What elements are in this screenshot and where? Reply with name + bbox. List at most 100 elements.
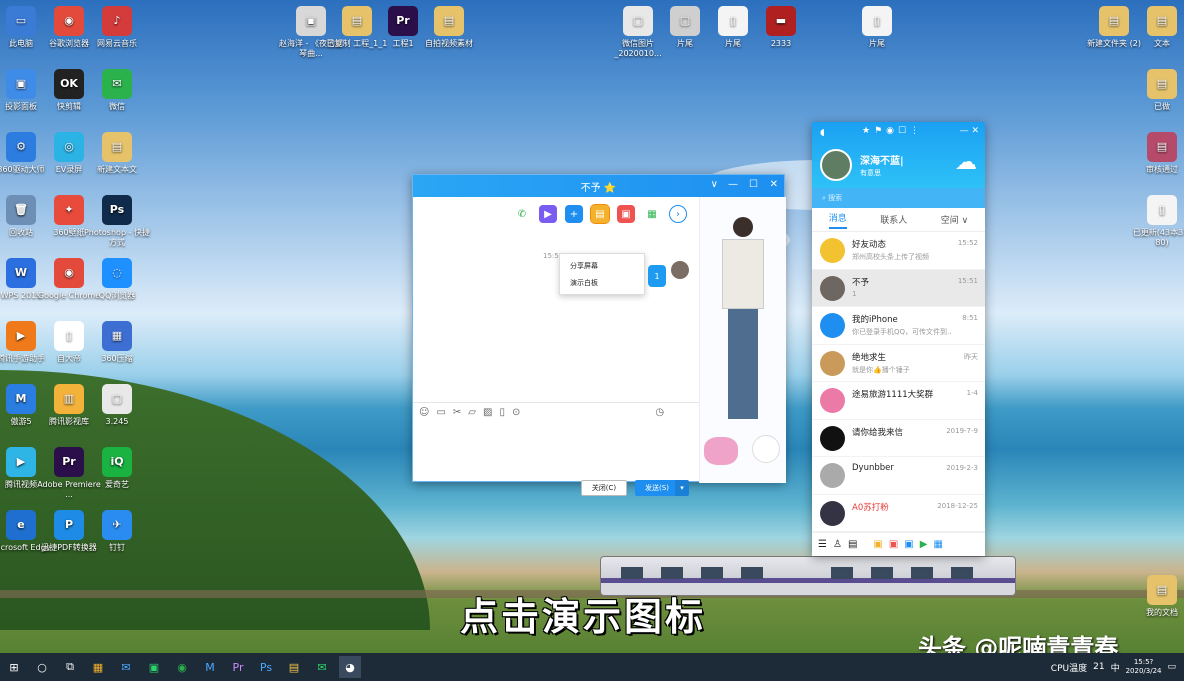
desktop-icon[interactable]: ▢ 3.245	[82, 384, 152, 427]
close-icon[interactable]: ✕	[770, 179, 778, 190]
more-icon[interactable]: ⊙	[512, 407, 520, 418]
wechat-icon[interactable]: ✉	[311, 656, 333, 678]
desktop-icon[interactable]: ♪ 网易云音乐	[82, 6, 152, 49]
send-options-button[interactable]: ▾	[675, 480, 689, 496]
iqiyi-icon[interactable]: ▣	[143, 656, 165, 678]
app-icon[interactable]: ▣	[873, 539, 882, 550]
chat-titlebar[interactable]: 不予 ⭐ ∨ — ☐ ✕	[413, 175, 784, 197]
conversation-row[interactable]: 我的iPhone 你已登录手机QQ，可传文件到... 8:51	[812, 307, 985, 345]
desktop-icon[interactable]: ▤ 审核通过	[1127, 132, 1184, 175]
qq-header-tools[interactable]: ★⚑◉☐⋮	[862, 126, 923, 136]
desktop-icon[interactable]: ▤ 已做	[1127, 69, 1184, 112]
conversation-row[interactable]: 不予 1 15:51	[812, 269, 985, 307]
image-icon[interactable]: ▨	[483, 407, 492, 418]
app-icon[interactable]: ▣	[904, 539, 913, 550]
maximize-icon[interactable]: ☐	[749, 179, 758, 190]
desktop-icon[interactable]: ▯ 片尾	[842, 6, 912, 49]
app-icon: ▤	[1147, 69, 1177, 99]
weather-tray-icon[interactable]: 21	[1093, 662, 1104, 672]
nickname[interactable]: 深海不蓝|	[860, 152, 904, 167]
emoji-icon[interactable]: ☺	[419, 407, 429, 418]
tab-contacts[interactable]: 联系人	[880, 213, 907, 226]
task-view-icon[interactable]: ⧉	[59, 656, 81, 678]
app-icon[interactable]: ◉	[171, 656, 193, 678]
close-button[interactable]: 关闭(C)	[581, 480, 627, 496]
send-button[interactable]: 发送(S)	[635, 480, 679, 496]
qq-main-panel[interactable]: ◖ ★⚑◉☐⋮ — ✕ 深海不蓝| 有意思 ☁ ⌕ 搜索 消息 联系人 空间 ∨…	[812, 122, 985, 556]
minimize-icon[interactable]: —	[728, 179, 738, 190]
phone-shake-icon[interactable]: ▯	[499, 407, 505, 418]
folder-icon[interactable]: ▱	[468, 407, 476, 418]
present-icon[interactable]: ▤	[590, 204, 610, 224]
chat-window[interactable]: 不予 ⭐ ∨ — ☐ ✕ ✆ ▶ + ▤ ▣ ▦ › 15:5 分享屏幕 演示白…	[412, 174, 786, 496]
conversation-row[interactable]: Dyunbber 2019-2-3	[812, 457, 985, 495]
send-file-icon[interactable]: +	[565, 205, 583, 223]
qq-tabs: 消息 联系人 空间 ∨	[812, 208, 985, 232]
windows-start-icon[interactable]: ⊞	[3, 656, 25, 678]
conversation-row[interactable]: 途易旅游1111大奖群 1-4	[812, 382, 985, 420]
app-icon: ▶	[6, 447, 36, 477]
conversation-row[interactable]: A0苏打粉 2018-12-25	[812, 495, 985, 532]
conversation-row[interactable]: 绝地求生 就是你👍播个锤子 昨天	[812, 345, 985, 382]
desktop-icon[interactable]: ✈ 钉钉	[82, 510, 152, 553]
tab-messages[interactable]: 消息	[828, 211, 847, 229]
ime-indicator[interactable]: 中	[1111, 661, 1120, 674]
app-icon: Ps	[102, 195, 132, 225]
desktop-icon[interactable]: ✉ 微信	[82, 69, 152, 112]
app-icon: ▣	[6, 69, 36, 99]
apps-grid-icon[interactable]: ▦	[643, 205, 661, 223]
scissors-icon[interactable]: ✂	[453, 407, 461, 418]
chevron-down-icon[interactable]: ∨	[711, 179, 718, 190]
video-call-icon[interactable]: ▶	[539, 205, 557, 223]
status-signature[interactable]: 有意思	[860, 168, 881, 178]
explorer-icon[interactable]: ▤	[283, 656, 305, 678]
add-friend-icon[interactable]: ♙	[833, 539, 842, 550]
desktop-icon[interactable]: ▬ 2333	[746, 6, 816, 49]
qq-icon[interactable]: ◕	[339, 656, 361, 678]
tab-space[interactable]: 空间 ∨	[941, 213, 968, 226]
desktop-icon[interactable]: Ps Photoshop - 快捷方式	[82, 195, 152, 248]
app-icon[interactable]: ▶	[920, 539, 928, 550]
app-icon: ▦	[102, 321, 132, 351]
store-icon[interactable]: ▦	[87, 656, 109, 678]
app-icon[interactable]: ▦	[933, 539, 942, 550]
desktop-icon-label: 360压缩	[101, 354, 133, 363]
maxthon-icon[interactable]: M	[199, 656, 221, 678]
contact-name: 绝地求生	[852, 352, 887, 363]
phone-icon[interactable]: ✆	[513, 205, 531, 223]
notification-icon[interactable]: ▭	[1167, 662, 1176, 672]
clock[interactable]: 15:5? 2020/3/24	[1126, 658, 1162, 676]
desktop-icon-label: 2333	[770, 39, 792, 48]
menu-item-whiteboard[interactable]: 演示白板	[570, 275, 634, 292]
close-icon[interactable]: — ✕	[960, 126, 979, 136]
avatar	[820, 388, 845, 413]
menu-item-share-screen[interactable]: 分享屏幕	[570, 258, 634, 275]
mail-icon[interactable]: ✉	[115, 656, 137, 678]
desktop-icon[interactable]: ▤ 我的文档	[1127, 575, 1184, 618]
conversation-row[interactable]: 请你给我来信 2019-7-9	[812, 420, 985, 457]
app-icon[interactable]: ▣	[889, 539, 898, 550]
menu-icon[interactable]: ☰	[818, 539, 827, 550]
desktop-icon[interactable]: ▦ 360压缩	[82, 321, 152, 364]
avatar[interactable]	[820, 149, 852, 181]
conversation-row[interactable]: 好友动态 郑州高校头条上传了视频 15:52	[812, 232, 985, 270]
desktop-icon[interactable]: ▤ 自拍视频素材	[414, 6, 484, 49]
premiere-icon[interactable]: Pr	[227, 656, 249, 678]
search-input[interactable]: ⌕ 搜索	[812, 188, 985, 208]
desktop-icon[interactable]: ▤ 文本	[1127, 6, 1184, 49]
avatar[interactable]	[671, 261, 689, 279]
weather-icon[interactable]: ☁	[955, 150, 977, 175]
desktop-icon[interactable]: ▤ 新建文本文	[82, 132, 152, 175]
desktop-icon[interactable]: ◌ QQ浏览器	[82, 258, 152, 301]
desktop-icon[interactable]: iQ 爱奇艺	[82, 447, 152, 490]
photoshop-icon[interactable]: Ps	[255, 656, 277, 678]
history-clock-icon[interactable]: ◷	[655, 407, 664, 418]
desktop-icon[interactable]: ▯ 已更新(43本37-80)	[1127, 195, 1184, 248]
gif-icon[interactable]: ▭	[436, 407, 445, 418]
search-icon[interactable]: ○	[31, 656, 53, 678]
files-icon[interactable]: ▤	[848, 539, 857, 550]
timestamp: 2019-2-3	[946, 464, 978, 472]
remote-desktop-icon[interactable]: ▣	[617, 205, 635, 223]
avatar[interactable]	[752, 435, 780, 463]
more-arrow-icon[interactable]: ›	[669, 205, 687, 223]
